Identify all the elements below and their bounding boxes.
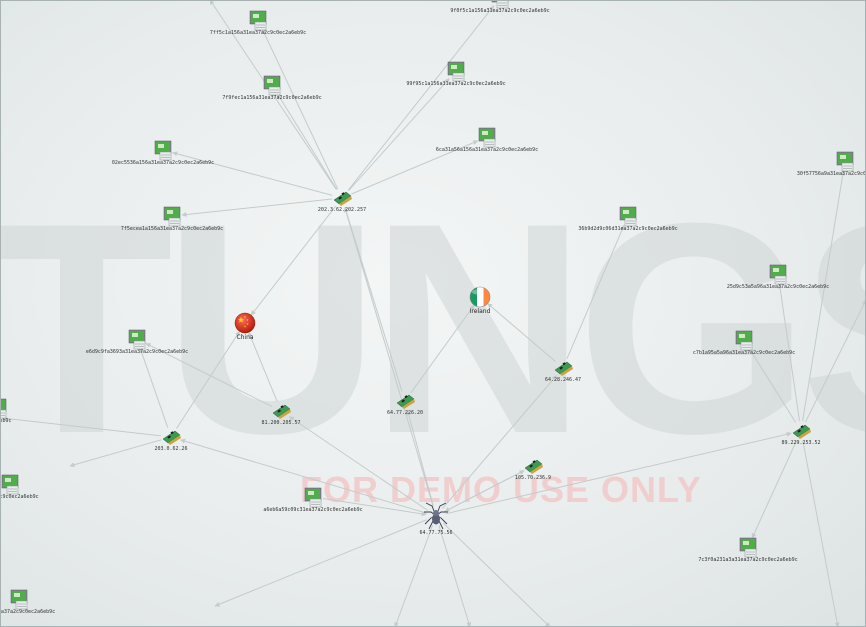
node-label: 7c3f0a231a3a31ea37a2c9c0ec2a6eb9c: [698, 557, 797, 563]
country-node[interactable]: China: [234, 312, 256, 341]
node-label: c7b1a95a5a96a31ea37a2c9c0ec2a6eb9c: [693, 350, 795, 356]
node-label: ec2a6eb9c: [0, 418, 12, 424]
node-label: 25d9c53a5a96a31ea37a2c9c0ec2a6eb9c: [727, 284, 829, 290]
network-graph-canvas[interactable]: TUNGSTEN FOR DEMO USE ONLY 7ff5c1a156a31…: [0, 0, 866, 627]
node-label: 81.200.205.57: [261, 420, 300, 426]
host-node[interactable]: 6ca31a56a156a31ea37a2c9c0ec2a6eb9c: [436, 127, 538, 153]
node-label: 7f9fec1a156a31ea37a2c9c0ec2a6eb9c: [222, 95, 321, 101]
host-node[interactable]: 7c3f0a231a3a31ea37a2c9c0ec2a6eb9c: [698, 537, 798, 563]
host-node[interactable]: 02ec5536a156a31ea37a2c9c0ec2a6eb9c: [112, 140, 214, 166]
country-node[interactable]: Ireland: [470, 286, 491, 315]
node-label: 202.3.62.202.257: [318, 207, 366, 213]
graph-edge: [442, 522, 551, 627]
node-label: Ireland: [470, 308, 491, 315]
node-label: 9f0f5c1a156a31ea37a2c9c0ec2a6eb9c: [450, 8, 549, 14]
host-node[interactable]: 99f95c1a156a31ea37a2c9c0ec2a6eb9c: [406, 61, 506, 87]
node-label: a6a31ea37a2c9c0ec2a6eb9c: [0, 609, 55, 615]
graph-edge: [214, 519, 427, 607]
graph-edge: [438, 525, 472, 627]
node-label: 36b9d2d9c06d31ea37a2c9c0ec2a6eb9c: [578, 226, 677, 232]
node-label: 30f57756a9a31ea37a2c9c0ec2a6eb9c: [797, 171, 866, 177]
node-label: 64.28.246.47: [545, 377, 581, 383]
node-label: 99f95c1a156a31ea37a2c9c0ec2a6eb9c: [406, 81, 505, 87]
node-label: 02ec5536a156a31ea37a2c9c0ec2a6eb9c: [112, 160, 214, 166]
host-node[interactable]: a6a31ea37a2c9c0ec2a6eb9c: [0, 589, 55, 615]
node-label: 7ff5c1a156a31ea37a2c9c0ec2a6eb9c: [210, 30, 306, 36]
host-node[interactable]: 7ff5c1a156a31ea37a2c9c0ec2a6eb9c: [210, 10, 306, 36]
node-label: China: [236, 334, 253, 341]
node-label: ea37a2c9c0ec2a6eb9c: [0, 494, 39, 500]
node-label: 7f5ecea1a156a31ea37a2c9c0ec2a6eb9c: [121, 226, 223, 232]
node-label: 6ca31a56a156a31ea37a2c9c0ec2a6eb9c: [436, 147, 538, 153]
node-label: 64.77.226.20: [387, 410, 423, 416]
node-label: a6eb6a59c09c31ea37a2c9c0ec2a6eb9c: [263, 507, 362, 513]
node-label: 89.229.253.52: [781, 440, 820, 446]
host-node[interactable]: 9f0f5c1a156a31ea37a2c9c0ec2a6eb9c: [450, 0, 550, 14]
graph-edge: [394, 525, 434, 627]
tungsten-watermark: TUNGSTEN: [0, 160, 866, 496]
node-label: 203.0.62.26: [154, 446, 187, 452]
node-label: 105.70.236.9: [515, 475, 551, 481]
node-label: e6d9c9fa3693a31ea37a2c9c0ec2a6eb9c: [86, 349, 188, 355]
node-label: 64.77.75.56: [419, 530, 452, 536]
host-node[interactable]: 7f9fec1a156a31ea37a2c9c0ec2a6eb9c: [222, 75, 322, 101]
